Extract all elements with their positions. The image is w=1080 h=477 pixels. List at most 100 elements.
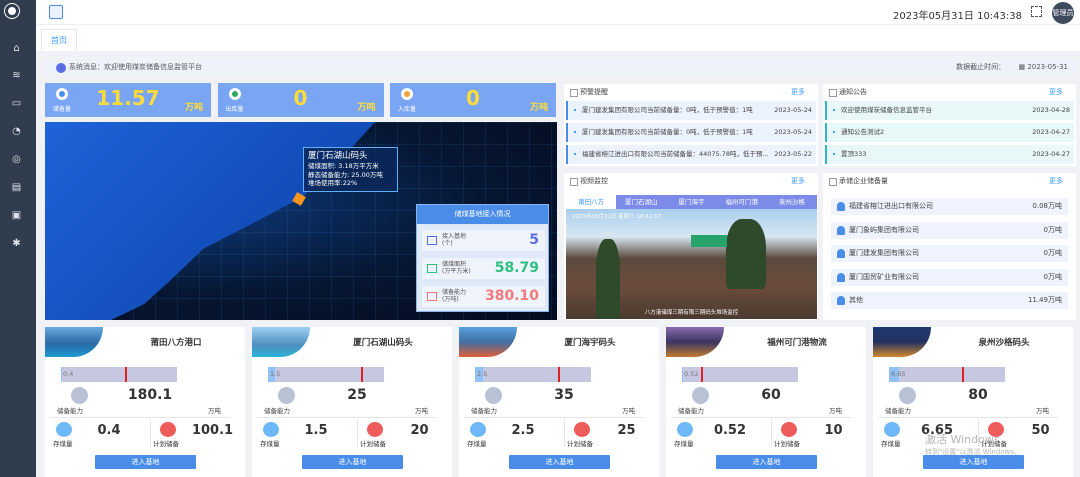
- user-icon: [837, 272, 845, 282]
- home-icon: [367, 422, 383, 437]
- plan-value: 25: [617, 423, 636, 438]
- access-label: 储备能力: [442, 289, 467, 296]
- fullscreen-icon[interactable]: [1031, 6, 1042, 17]
- monitor-icon[interactable]: ▭: [11, 99, 22, 109]
- stat-unit: 万吨: [184, 103, 203, 113]
- capacity-icon: [278, 387, 295, 404]
- list-item[interactable]: 厦门建发集团有限公司当前储备量：0吨，低于预警值：1吨 2023-05-24: [566, 123, 816, 142]
- enterprise-row: 厦门建发集团有限公司 0万吨: [831, 245, 1068, 262]
- video-tab[interactable]: 厦门海宇: [666, 195, 716, 209]
- capacity-value: 180.1: [127, 387, 173, 403]
- storage-label: 存煤量: [881, 440, 901, 448]
- access-label: 储煤面积: [442, 261, 467, 268]
- list-item[interactable]: 欢迎使用煤炭储备信息监管平台 2023-04-28: [825, 101, 1074, 120]
- plan-label: 计划储备: [774, 440, 800, 448]
- message-icon[interactable]: ◎: [11, 155, 22, 165]
- user-icon: [837, 202, 845, 211]
- chart-icon[interactable]: ◔: [11, 127, 22, 137]
- list-item[interactable]: 通知公告测试2 2023-04-27: [825, 123, 1074, 142]
- item-text: 欢迎使用煤炭储备信息监管平台: [841, 106, 932, 114]
- tooltip-line: 堆场使用率:22%: [308, 179, 358, 187]
- storage-progress-bar: 2.5: [475, 367, 591, 382]
- enterprise-value: 0万吨: [1043, 249, 1062, 257]
- datetime: 2023年05月31日 10:43:38: [893, 11, 1022, 22]
- video-scene: [691, 235, 727, 247]
- access-icon: [427, 236, 437, 245]
- plan-value: 20: [410, 423, 429, 438]
- stat-unit: 万吨: [529, 103, 548, 113]
- enterprise-row: 厦门象屿集团有限公司 0万吨: [831, 221, 1068, 239]
- plan-marker: [557, 367, 560, 382]
- capacity-icon: [71, 387, 88, 404]
- base-name: 厦门海宇码头: [564, 338, 616, 348]
- home-icon[interactable]: ⌂: [11, 44, 22, 54]
- card-icon[interactable]: ▤: [11, 183, 22, 193]
- storage-label: 存煤量: [467, 440, 487, 448]
- base-image: [45, 327, 103, 357]
- watermark-line: 转到"设置"以激活 Windows。: [925, 448, 1021, 456]
- video-tab[interactable]: 厦门石湖山: [616, 195, 666, 209]
- capacity-icon: [899, 387, 916, 404]
- cloud-icon: [470, 422, 486, 437]
- capacity-unit: 万吨: [622, 407, 635, 415]
- stat-card: 出库量 0 万吨: [217, 83, 384, 117]
- video-tab[interactable]: 莆田八方: [566, 195, 617, 209]
- message-icon: [56, 63, 66, 73]
- progress-label: 2.5: [477, 370, 488, 378]
- logo-icon: [5, 4, 19, 18]
- enter-base-button[interactable]: 进入基地: [509, 455, 610, 469]
- base-card: 厦门海宇码头 2.5 储备能力 35 万吨 存煤量 2.5 计划储备 25 进入…: [459, 327, 659, 477]
- progress-label: 0.52: [684, 370, 699, 378]
- enterprise-name: 厦门建发集团有限公司: [849, 249, 919, 257]
- enter-base-button[interactable]: 进入基地: [95, 455, 196, 469]
- video-player[interactable]: 2023年05月31日 星期三 10:42:57 八方港储煤三期有限三期码头堆场…: [566, 209, 817, 319]
- plan-marker: [360, 367, 363, 382]
- user-icon: [837, 296, 845, 305]
- system-notice: 系统消息：欢迎使用煤炭储备信息监管平台 数据截止时间： ▦ 2023-05-31: [45, 60, 1076, 75]
- more-link[interactable]: 更多: [1049, 84, 1063, 100]
- plan-label: 计划储备: [153, 440, 179, 448]
- enterprise-value: 0万吨: [1043, 272, 1062, 281]
- divider: [564, 419, 565, 447]
- more-link[interactable]: 更多: [791, 84, 805, 100]
- capacity-value: 60: [761, 387, 781, 403]
- database-icon[interactable]: ≋: [11, 71, 22, 81]
- access-panel: 储煤基地接入情况 接入基地 (个) 5 储煤面积 (万平方米) 58.79 储备能力…: [416, 204, 549, 312]
- capacity-label: 储备能力: [678, 407, 704, 415]
- screen-icon[interactable]: ▣: [11, 211, 22, 221]
- menu-toggle-icon[interactable]: [49, 5, 63, 19]
- plan-marker: [701, 367, 704, 382]
- enter-base-button[interactable]: 进入基地: [716, 455, 817, 469]
- more-link[interactable]: 更多: [1049, 173, 1063, 189]
- progress-label: 1.5: [270, 370, 281, 378]
- more-link[interactable]: 更多: [791, 173, 805, 189]
- video-caption: 八方港储煤三期有限三期码头堆场监控: [644, 310, 739, 316]
- capacity-icon: [692, 387, 709, 404]
- video-tab[interactable]: 泉州沙格: [767, 195, 817, 209]
- stat-unit: 万吨: [357, 103, 376, 113]
- map[interactable]: 厦门石湖山码头 储煤面积: 3.18万平方米 静态储备能力: 25.00万吨 堆…: [45, 122, 557, 320]
- video-tab[interactable]: 福州可门港: [717, 195, 767, 209]
- list-item[interactable]: 置顶333 2023-04-27: [825, 145, 1074, 164]
- capacity-value: 35: [554, 387, 574, 403]
- home-icon: [574, 422, 590, 437]
- tab-home[interactable]: 首页: [41, 29, 77, 51]
- enterprise-value: 0万吨: [1043, 225, 1062, 234]
- enter-base-button[interactable]: 进入基地: [302, 455, 403, 469]
- enterprise-name: 厦门国贸矿业有限公司: [849, 272, 919, 281]
- capacity-unit: 万吨: [415, 407, 428, 415]
- storage-progress-bar: 0.4: [61, 367, 177, 382]
- avatar[interactable]: 管理员: [1052, 2, 1074, 24]
- list-item[interactable]: 福建省榕江进出口有限公司当前储备量：44075.78吨，低于预... 2023-0…: [566, 145, 816, 164]
- storage-value: 0.4: [97, 423, 121, 438]
- item-date: 2023-05-24: [774, 106, 812, 114]
- enterprise-name: 厦门象屿集团有限公司: [849, 225, 919, 234]
- panel-title: 承储企业储备量: [839, 177, 888, 185]
- access-row: 储备能力 (万吨) 380.10: [422, 286, 545, 307]
- list-item[interactable]: 厦门建发集团有限公司当前储备量：0吨，低于预警值：1吨 2023-05-24: [566, 101, 816, 120]
- panel-title: 预警提醒: [580, 88, 608, 96]
- gear-icon[interactable]: ✱: [11, 239, 22, 249]
- divider: [357, 419, 358, 447]
- cloud-icon: [263, 422, 279, 437]
- item-date: 2023-04-27: [1032, 128, 1070, 136]
